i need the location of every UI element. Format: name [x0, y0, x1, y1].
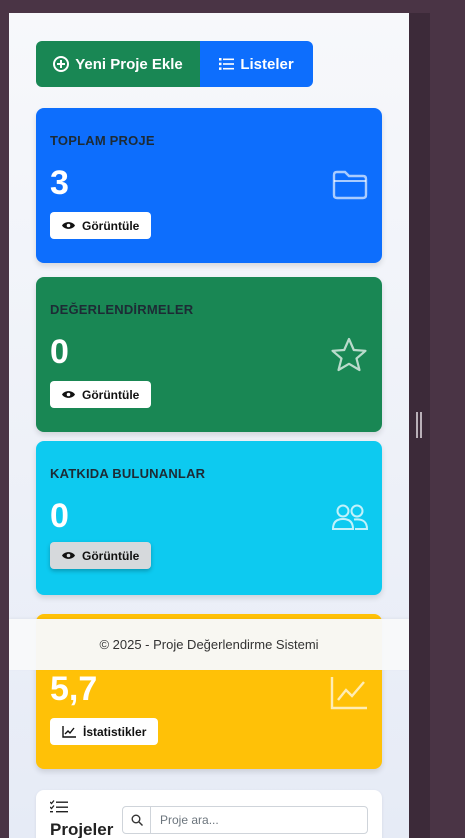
view-button-label: Görüntüle — [82, 548, 140, 563]
search-icon-wrap — [123, 807, 151, 833]
search-input[interactable] — [151, 807, 351, 833]
card-value: 0 — [50, 333, 69, 371]
card-value: 5,7 — [50, 670, 98, 708]
footer-text: © 2025 - Proje Değerlendirme Sistemi — [99, 637, 319, 652]
projects-title: Projeler — [50, 820, 114, 838]
card-title: KATKIDA BULUNANLAR — [50, 466, 206, 481]
view-button-label: Görüntüle — [82, 387, 140, 402]
stat-card-total-projects: TOPLAM PROJE 3 Görüntüle — [36, 108, 382, 263]
add-project-button[interactable]: Yeni Proje Ekle — [36, 41, 200, 87]
card-value: 0 — [50, 497, 69, 535]
card-value: 3 — [50, 164, 69, 202]
card-title: TOPLAM PROJE — [50, 133, 155, 148]
action-button-group: Yeni Proje Ekle Listeler — [36, 41, 313, 87]
stat-card-contributors: KATKIDA BULUNANLAR 0 Görüntüle — [36, 441, 382, 595]
list-icon — [219, 58, 235, 70]
eye-icon — [62, 391, 75, 398]
chart-line-icon — [62, 725, 76, 738]
window-top-strip — [0, 0, 430, 13]
eye-icon — [62, 222, 75, 229]
statistics-button-label: İstatistikler — [83, 724, 147, 739]
footer: © 2025 - Proje Değerlendirme Sistemi — [9, 619, 409, 670]
lists-label: Listeler — [240, 55, 294, 73]
people-icon — [332, 504, 368, 530]
side-panel — [430, 0, 465, 838]
view-button[interactable]: Görüntüle — [50, 381, 152, 408]
statistics-button[interactable]: İstatistikler — [50, 718, 159, 745]
lists-button[interactable]: Listeler — [200, 41, 313, 87]
window-left-strip — [0, 0, 9, 838]
chart-line-icon — [330, 677, 367, 710]
plus-circle-icon — [53, 56, 70, 72]
page: Yeni Proje Ekle Listeler TOPLAM PROJE 3 … — [9, 13, 409, 838]
projects-card: Projeler — [36, 790, 382, 838]
card-title: DEĞERLENDİRMELER — [50, 302, 194, 317]
add-project-label: Yeni Proje Ekle — [75, 55, 183, 73]
view-button-label: Görüntüle — [82, 218, 140, 233]
eye-icon — [62, 552, 75, 559]
view-button[interactable]: Görüntüle — [50, 542, 152, 569]
resize-handle[interactable] — [416, 412, 422, 438]
folder-icon — [332, 170, 368, 200]
list-check-icon — [50, 800, 68, 813]
star-icon — [331, 337, 367, 372]
stat-card-evaluations: DEĞERLENDİRMELER 0 Görüntüle — [36, 277, 382, 432]
view-button[interactable]: Görüntüle — [50, 212, 152, 239]
search-box — [122, 806, 368, 834]
search-icon — [131, 814, 143, 826]
